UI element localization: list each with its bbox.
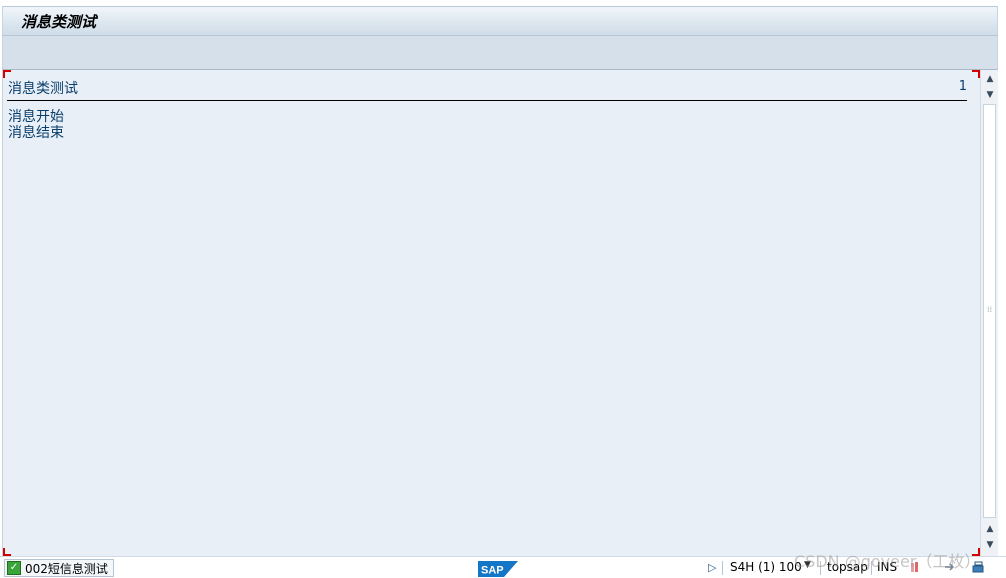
focus-corner-top-right	[972, 70, 980, 78]
play-triangle-icon[interactable]: ▷	[708, 561, 716, 574]
vertical-scrollbar[interactable]: ▲ ▼ ⁞⁞ ▲ ▼	[980, 70, 998, 556]
status-message[interactable]: ✓ 002短信息测试	[4, 559, 114, 577]
scroll-up-icon[interactable]: ▲	[983, 72, 997, 86]
sap-window: 消息类测试 消息类测试 1 消息开始 消息结束 ▲ ▼ ⁞⁞ ▲ ▼ ✓ 002…	[0, 0, 1006, 578]
success-check-icon: ✓	[7, 561, 21, 575]
list-output-area: 消息类测试 1 消息开始 消息结束	[2, 70, 980, 556]
list-header: 消息类测试 1	[7, 78, 967, 101]
list-line[interactable]: 消息开始	[8, 109, 64, 125]
scroll-down-bottom-icon[interactable]: ▼	[983, 538, 997, 552]
focus-corner-top-left	[3, 70, 11, 78]
focus-corner-bottom-left	[3, 548, 11, 556]
sap-logo-icon: SAP	[478, 561, 518, 577]
title-bar: 消息类测试	[2, 6, 998, 36]
scrollbar-track[interactable]: ⁞⁞	[983, 104, 996, 518]
sap-logo-text: SAP	[481, 565, 504, 577]
list-line[interactable]: 消息结束	[8, 125, 64, 141]
status-message-text: 002短信息测试	[25, 561, 108, 576]
window-title: 消息类测试	[21, 13, 97, 31]
list-header-title: 消息类测试	[8, 81, 78, 97]
scroll-grip-icon[interactable]: ⁞⁞	[987, 305, 992, 314]
watermark-text: CSDN @goveer（工枚）	[794, 552, 981, 571]
application-toolbar	[2, 36, 998, 70]
scroll-down-icon[interactable]: ▼	[983, 88, 997, 102]
page-number: 1	[958, 79, 967, 94]
scroll-up-bottom-icon[interactable]: ▲	[983, 522, 997, 536]
system-info: S4H (1) 100	[730, 560, 802, 574]
separator	[722, 561, 723, 575]
list-body: 消息开始 消息结束	[8, 109, 64, 141]
